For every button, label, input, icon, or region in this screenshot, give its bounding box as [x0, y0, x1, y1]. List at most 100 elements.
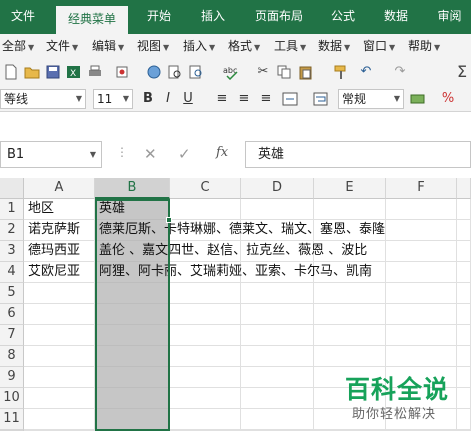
column-header-b[interactable]: B [95, 178, 170, 199]
row-header-11[interactable]: 11 [0, 409, 24, 430]
menu-data[interactable]: 数据 ▼ [318, 34, 350, 58]
grid-cell-d8[interactable] [241, 346, 314, 367]
font-size-select[interactable]: 11 ▼ [93, 89, 133, 109]
fill-handle[interactable] [166, 217, 172, 223]
tab-review[interactable]: 审阅 [428, 0, 471, 34]
research-icon[interactable] [188, 64, 204, 80]
permission-icon[interactable] [114, 64, 130, 80]
grid-cell-g1[interactable] [457, 199, 471, 220]
tab-insert[interactable]: 插入 [190, 0, 236, 34]
tab-file[interactable]: 文件 [0, 0, 46, 34]
number-format-select[interactable]: 常规 ▼ [338, 89, 404, 109]
web-icon[interactable] [146, 64, 162, 80]
menu-help[interactable]: 帮助 ▼ [408, 34, 440, 58]
row-header-7[interactable]: 7 [0, 325, 24, 346]
grid-cell-f4[interactable] [386, 262, 457, 283]
grid-cell-c8[interactable] [170, 346, 241, 367]
tab-page-layout[interactable]: 页面布局 [246, 0, 312, 34]
name-box[interactable]: B1 ▼ [0, 141, 102, 168]
cell-a1[interactable]: 地区 [28, 199, 54, 219]
cancel-icon[interactable]: ✕ [144, 145, 157, 163]
grid-cell-f1[interactable] [386, 199, 457, 220]
tab-classic-menu[interactable]: 经典菜单 [56, 6, 128, 34]
print-icon[interactable] [87, 64, 103, 80]
underline-button[interactable]: U [180, 91, 196, 107]
italic-button[interactable]: I [160, 91, 176, 107]
tab-home[interactable]: 开始 [138, 0, 180, 34]
grid-cell-d7[interactable] [241, 325, 314, 346]
grid-cell-a6[interactable] [24, 304, 95, 325]
bold-button[interactable]: B [140, 91, 156, 107]
cell-a2[interactable]: 诺克萨斯 [28, 220, 80, 240]
row-header-9[interactable]: 9 [0, 367, 24, 388]
grid-cell-c6[interactable] [170, 304, 241, 325]
grid-cell-g3[interactable] [457, 241, 471, 262]
grid-cell-a11[interactable] [24, 409, 95, 430]
merge-cells-icon[interactable] [282, 91, 298, 107]
redo-icon[interactable]: ↷ [392, 64, 408, 80]
print-preview-icon[interactable] [167, 64, 183, 80]
formula-input[interactable]: 英雄 [245, 141, 471, 168]
grid-cell-a8[interactable] [24, 346, 95, 367]
row-header-1[interactable]: 1 [0, 199, 24, 220]
grid-cell-d9[interactable] [241, 367, 314, 388]
grid-cell-c10[interactable] [170, 388, 241, 409]
menu-edit[interactable]: 编辑 ▼ [92, 34, 124, 58]
grid-cell-g7[interactable] [457, 325, 471, 346]
enter-icon[interactable]: ✓ [178, 145, 191, 163]
insert-function-icon[interactable]: fx [216, 145, 228, 160]
undo-icon[interactable]: ↶ [358, 64, 374, 80]
tab-data[interactable]: 数据 [374, 0, 418, 34]
select-all-corner[interactable] [0, 178, 24, 199]
format-painter-icon[interactable] [333, 64, 349, 80]
grid-cell-c11[interactable] [170, 409, 241, 430]
align-right-icon[interactable]: ≡ [258, 91, 274, 107]
paste-icon[interactable] [298, 64, 314, 80]
grid-cell-f3[interactable] [386, 241, 457, 262]
row-header-5[interactable]: 5 [0, 283, 24, 304]
grid-cell-g8[interactable] [457, 346, 471, 367]
open-folder-icon[interactable] [24, 64, 40, 80]
column-header-next[interactable] [457, 178, 471, 199]
menu-all[interactable]: 全部 ▼ [2, 34, 34, 58]
row-header-10[interactable]: 10 [0, 388, 24, 409]
grid-cell-g4[interactable] [457, 262, 471, 283]
grid-cell-f5[interactable] [386, 283, 457, 304]
grid-cell-a7[interactable] [24, 325, 95, 346]
column-header-c[interactable]: C [170, 178, 241, 199]
grid-cell-d11[interactable] [241, 409, 314, 430]
row-header-8[interactable]: 8 [0, 346, 24, 367]
grid-cell-c9[interactable] [170, 367, 241, 388]
save-icon[interactable] [45, 64, 61, 80]
column-header-d[interactable]: D [241, 178, 314, 199]
menu-view[interactable]: 视图 ▼ [137, 34, 169, 58]
excel-icon[interactable]: X [66, 64, 82, 80]
cell-a4[interactable]: 艾欧尼亚 [28, 262, 80, 282]
cell-a3[interactable]: 德玛西亚 [28, 241, 80, 261]
grid-cell-e6[interactable] [314, 304, 386, 325]
grid-cell-g5[interactable] [457, 283, 471, 304]
grid-cell-f8[interactable] [386, 346, 457, 367]
grid-cell-a5[interactable] [24, 283, 95, 304]
column-header-a[interactable]: A [24, 178, 95, 199]
menu-window[interactable]: 窗口 ▼ [363, 34, 395, 58]
grid-cell-e1[interactable] [314, 199, 386, 220]
grid-cell-g2[interactable] [457, 220, 471, 241]
grid-cell-c1[interactable] [170, 199, 241, 220]
grid-cell-e8[interactable] [314, 346, 386, 367]
grid-cell-e7[interactable] [314, 325, 386, 346]
grid-cell-d6[interactable] [241, 304, 314, 325]
spellcheck-icon[interactable]: abc [223, 64, 239, 81]
menu-file[interactable]: 文件 ▼ [46, 34, 78, 58]
currency-icon[interactable] [410, 91, 426, 107]
grid-cell-e5[interactable] [314, 283, 386, 304]
align-left-icon[interactable]: ≡ [214, 91, 230, 107]
grid-cell-f6[interactable] [386, 304, 457, 325]
menu-tools[interactable]: 工具 ▼ [274, 34, 306, 58]
grid-cell-g6[interactable] [457, 304, 471, 325]
grid-cell-d1[interactable] [241, 199, 314, 220]
align-center-icon[interactable]: ≡ [236, 91, 252, 107]
cut-icon[interactable]: ✂ [255, 64, 271, 80]
grid-cell-d5[interactable] [241, 283, 314, 304]
menu-format[interactable]: 格式 ▼ [228, 34, 260, 58]
